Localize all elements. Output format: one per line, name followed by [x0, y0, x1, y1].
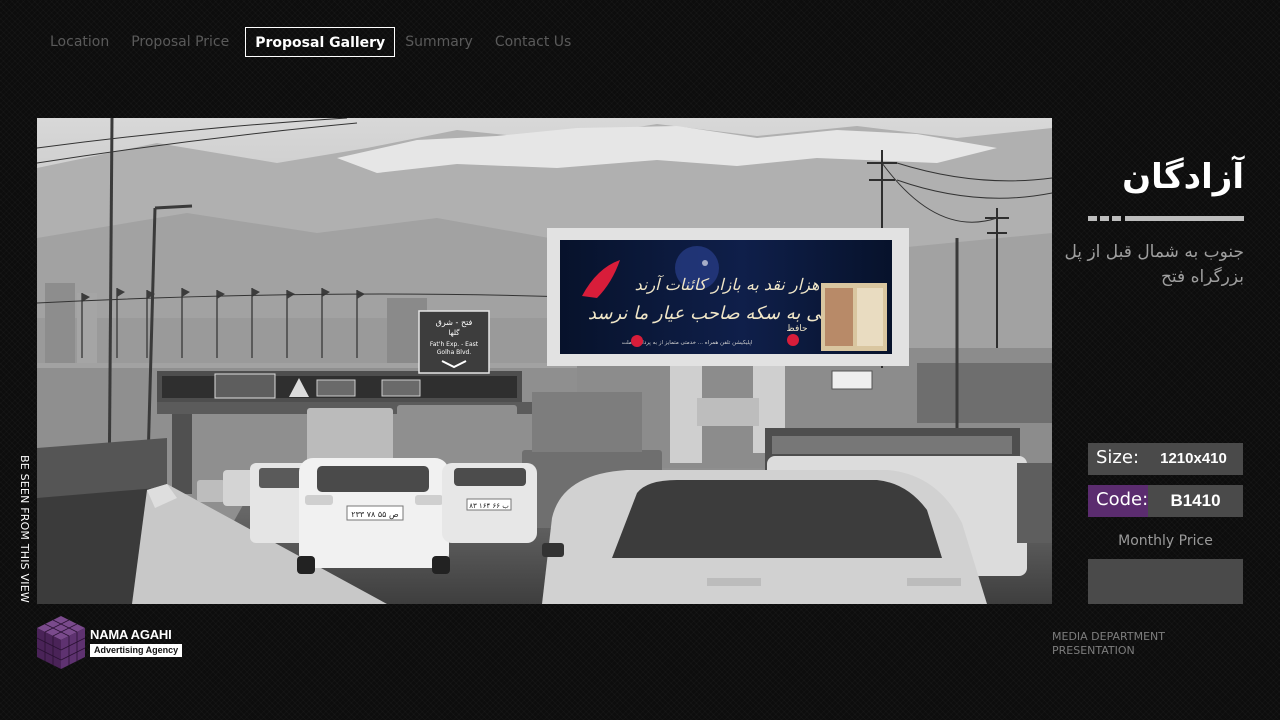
white-sedan: ۲۳۳ ۷۸ ص ۵۵: [297, 458, 450, 574]
dept-line-1: MEDIA DEPARTMENT: [1052, 630, 1166, 643]
billboard-photo: فتح - شرق گلها Fat'h Exp. - East Golha B…: [37, 118, 1052, 604]
nav-location[interactable]: Location: [44, 27, 115, 57]
front-sedan: [542, 470, 987, 604]
nav-contact-us[interactable]: Contact Us: [489, 27, 577, 57]
svg-text:هزار نقد به بازار کائنات آرند: هزار نقد به بازار کائنات آرند: [635, 274, 820, 294]
brand-name: NAMA AGAHI: [90, 627, 172, 642]
second-sedan: ۸۳ ۱۶۴ ب ۶۶: [442, 463, 537, 543]
monthly-price-label: Monthly Price: [1118, 533, 1213, 549]
department-label: MEDIA DEPARTMENT PRESENTATION: [1052, 630, 1165, 658]
nav-summary[interactable]: Summary: [399, 27, 479, 57]
size-row: Size: 1210x410: [1088, 443, 1243, 475]
svg-text:فتح - شرق: فتح - شرق: [436, 318, 473, 327]
svg-text:۲۳۳ ۷۸ ص ۵۵: ۲۳۳ ۷۸ ص ۵۵: [351, 510, 399, 519]
svg-text:حافظ: حافظ: [786, 324, 807, 334]
title-rule: [1088, 216, 1244, 221]
side-caption: BE SEEN FROM THIS VIEW: [18, 455, 31, 603]
location-title: آزادگان: [1122, 157, 1244, 197]
size-value: 1210x410: [1144, 443, 1243, 475]
size-label: Size:: [1096, 447, 1140, 468]
top-nav: Location Proposal Price Proposal Gallery…: [44, 27, 587, 57]
brand-tagline: Advertising Agency: [90, 644, 183, 657]
svg-text:Golha Blvd.: Golha Blvd.: [437, 349, 472, 356]
nav-proposal-price[interactable]: Proposal Price: [125, 27, 235, 57]
road-sign: فتح - شرق گلها Fat'h Exp. - East Golha B…: [418, 310, 490, 374]
svg-text:Fat'h Exp. - East: Fat'h Exp. - East: [430, 341, 479, 348]
code-row: Code: B1410: [1088, 485, 1243, 517]
svg-text:۸۳ ۱۶۴ ب ۶۶: ۸۳ ۱۶۴ ب ۶۶: [469, 502, 509, 510]
code-label: Code:: [1088, 485, 1148, 517]
nav-proposal-gallery[interactable]: Proposal Gallery: [245, 27, 396, 57]
svg-text:گلها: گلها: [448, 328, 460, 337]
code-value: B1410: [1148, 485, 1243, 517]
location-subtitle: جنوب به شمال قبل از پل بزرگراه فتح: [1064, 242, 1244, 287]
svg-text:یکی به سکه صاحب عیار ما نرسد: یکی به سکه صاحب عیار ما نرسد: [588, 303, 836, 324]
monthly-price-value: [1088, 559, 1243, 604]
dept-line-2: PRESENTATION: [1052, 644, 1135, 657]
